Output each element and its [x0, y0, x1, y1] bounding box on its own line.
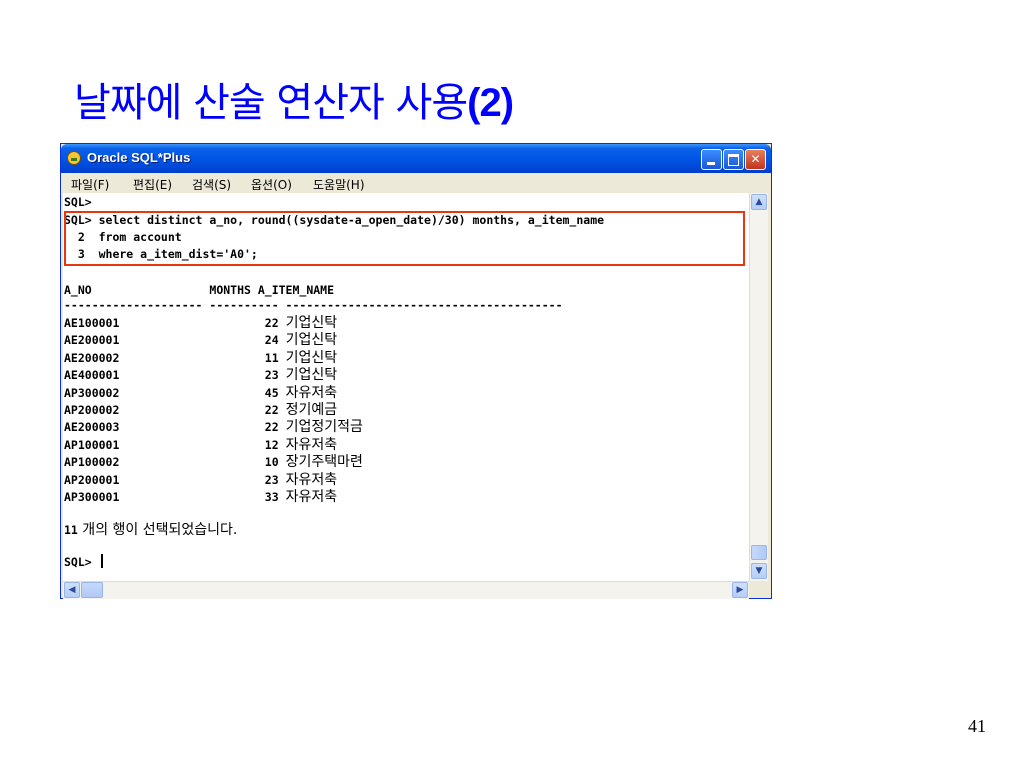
- item-name-cell: 기업신탁: [285, 367, 338, 384]
- months-cell: 10: [209, 455, 286, 470]
- table-row: AP300001 33 자유저축: [64, 488, 337, 506]
- table-row: AE100001 22 기업신탁: [64, 314, 337, 332]
- result-message: 개의 행이 선택되었습니다.: [77, 522, 238, 538]
- a-no-cell: AP200001: [64, 472, 210, 487]
- horizontal-scrollbar[interactable]: ◀ ▶: [63, 581, 749, 599]
- slide-title-text: 날짜에 산술 연산자 사용: [74, 80, 468, 126]
- scroll-down-button[interactable]: ▼: [751, 563, 767, 579]
- table-row: AE200001 24 기업신탁: [64, 331, 337, 349]
- slide-title-number: (2): [467, 81, 514, 125]
- query-highlight-box: [64, 211, 745, 266]
- menu-bar: 파일(F) 편집(E) 검색(S) 옵션(O) 도움말(H): [61, 173, 771, 192]
- months-cell: 22: [209, 403, 286, 417]
- table-row: AE400001 23 기업신탁: [64, 366, 337, 384]
- item-name-cell: 기업신탁: [285, 332, 338, 349]
- months-cell: 11: [209, 350, 286, 365]
- months-cell: 24: [209, 333, 286, 348]
- a-no-cell: AP300002: [64, 385, 210, 400]
- item-name-cell: 정기예금: [285, 402, 338, 418]
- item-name-cell: 기업신탁: [285, 315, 338, 331]
- a-no-cell: AE200003: [64, 420, 210, 435]
- menu-file[interactable]: 파일(F): [71, 176, 109, 193]
- vertical-scroll-thumb[interactable]: [751, 545, 767, 560]
- table-row: AE200003 22 기업정기적금: [64, 418, 363, 436]
- window-title: Oracle SQL*Plus: [87, 150, 191, 165]
- months-cell: 23: [209, 472, 286, 487]
- months-cell: 12: [209, 437, 286, 452]
- item-name-cell: 기업정기적금: [285, 419, 363, 436]
- menu-search[interactable]: 검색(S): [192, 176, 231, 193]
- months-cell: 33: [209, 490, 286, 504]
- page-number: 41: [968, 716, 986, 736]
- resize-grip[interactable]: [749, 581, 767, 598]
- result-separator: -------------------- ---------- --------…: [64, 298, 563, 312]
- table-row: AP200002 22 정기예금: [64, 401, 337, 419]
- a-no-cell: AP100001: [64, 437, 210, 452]
- table-row: AE200002 11 기업신탁: [64, 349, 337, 367]
- table-row: AP100001 12 자유저축: [64, 436, 337, 454]
- a-no-cell: AE200001: [64, 333, 210, 348]
- months-cell: 23: [209, 368, 286, 383]
- sql-prompt: SQL>: [64, 555, 92, 569]
- maximize-button[interactable]: [723, 149, 744, 170]
- item-name-cell: 자유저축: [285, 471, 338, 488]
- console-output[interactable]: SQL> SQL> select distinct a_no, round((s…: [63, 193, 749, 581]
- scroll-right-button[interactable]: ▶: [732, 582, 748, 598]
- prompt-line: SQL>: [64, 553, 103, 571]
- sqlplus-window: Oracle SQL*Plus ✕ 파일(F) 편집(E) 검색(S) 옵션(O…: [60, 143, 772, 599]
- item-name-cell: 자유저축: [285, 489, 338, 505]
- item-name-cell: 자유저축: [285, 384, 338, 401]
- result-count-line: 11 개의 행이 선택되었습니다.: [64, 521, 237, 539]
- window-titlebar[interactable]: Oracle SQL*Plus ✕: [61, 144, 771, 173]
- a-no-cell: AE400001: [64, 368, 210, 383]
- sqlplus-app-icon[interactable]: [67, 151, 81, 165]
- a-no-cell: AP100002: [64, 455, 210, 470]
- close-button[interactable]: ✕: [745, 149, 766, 170]
- table-row: AP200001 23 자유저축: [64, 471, 337, 489]
- scroll-left-button[interactable]: ◀: [64, 582, 80, 598]
- minimize-button[interactable]: [701, 149, 722, 170]
- menu-help[interactable]: 도움말(H): [313, 176, 365, 193]
- table-row: AP300002 45 자유저축: [64, 384, 337, 402]
- months-cell: 22: [209, 316, 286, 330]
- a-no-cell: AP300001: [64, 490, 210, 504]
- a-no-cell: AE200002: [64, 350, 210, 365]
- a-no-cell: AP200002: [64, 403, 210, 417]
- table-row: AP100002 10 장기주택마련: [64, 453, 363, 471]
- menu-edit[interactable]: 편집(E): [133, 176, 172, 193]
- slide-title: 날짜에 산술 연산자 사용(2): [74, 70, 514, 128]
- item-name-cell: 자유저축: [285, 436, 338, 453]
- item-name-cell: 장기주택마련: [285, 454, 363, 471]
- menu-options[interactable]: 옵션(O): [251, 176, 292, 193]
- vertical-scrollbar[interactable]: ▲ ▼: [749, 193, 768, 581]
- text-cursor: [100, 554, 103, 568]
- item-name-cell: 기업신탁: [285, 349, 338, 366]
- months-cell: 45: [209, 385, 286, 400]
- result-count: 11: [64, 523, 78, 537]
- scroll-up-button[interactable]: ▲: [751, 194, 767, 210]
- a-no-cell: AE100001: [64, 316, 210, 330]
- console-line: SQL>: [64, 195, 92, 209]
- horizontal-scroll-thumb[interactable]: [81, 582, 103, 598]
- months-cell: 22: [209, 420, 286, 435]
